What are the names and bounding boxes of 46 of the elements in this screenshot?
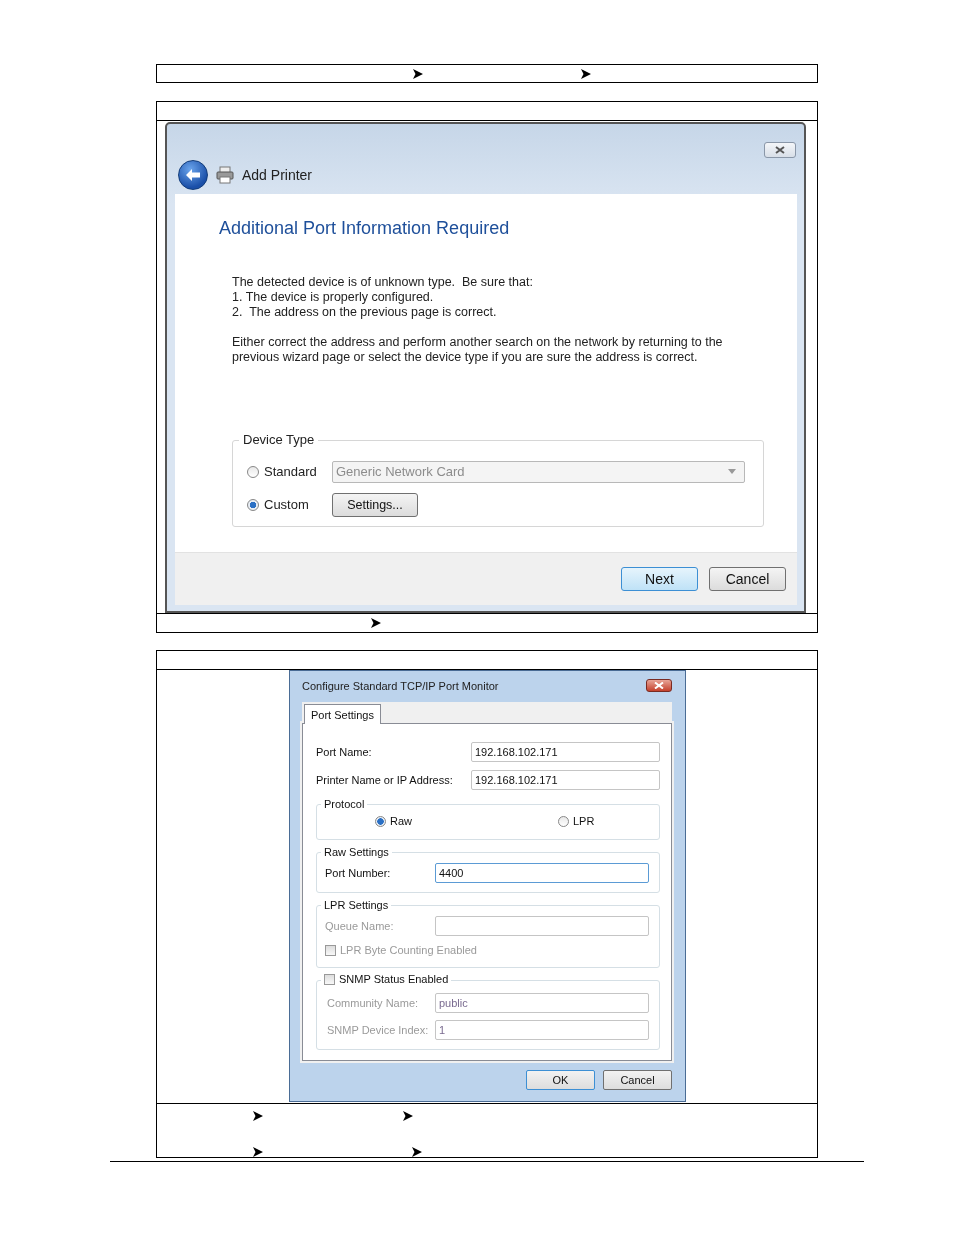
radio-option[interactable]: Custom	[247, 497, 332, 512]
field-label: Port Number:	[325, 866, 391, 879]
dialog-button[interactable]: OK	[526, 1070, 595, 1090]
field-label: Printer Name or IP Address:	[316, 774, 453, 786]
instruction-paragraph: Either correct the address and perform another search on the network by returning to the previous wizard page or select the device type if you are sure the address is correct.	[232, 335, 724, 365]
field-label: SNMP Device Index:	[326, 1023, 429, 1036]
dropdown-caret-icon	[728, 469, 736, 474]
window-title: Add Printer	[242, 167, 313, 183]
group-label: Protocol	[321, 798, 368, 810]
dialog-button[interactable]: Next	[621, 567, 698, 591]
radio-option[interactable]: LPR	[558, 815, 598, 827]
settings-button[interactable]: Settings...	[332, 492, 418, 517]
arrow-icon	[253, 1111, 263, 1121]
input-field[interactable]: public	[435, 992, 649, 1013]
close-button[interactable]	[764, 142, 796, 158]
field-label: Port Name:	[316, 746, 372, 758]
dialog-button[interactable]: Cancel	[709, 567, 786, 591]
close-icon	[775, 146, 785, 154]
arrow-icon	[403, 1111, 413, 1121]
input-field[interactable]: 4400	[435, 862, 649, 883]
close-button[interactable]	[646, 679, 672, 692]
field-label: Queue Name:	[325, 919, 394, 932]
group-label: Device Type	[239, 432, 319, 447]
window-title: Configure Standard TCP/IP Port Monitor	[302, 679, 499, 692]
radio-option[interactable]: Standard	[247, 464, 332, 479]
back-button[interactable]	[178, 160, 208, 190]
group-label: Raw Settings	[321, 846, 392, 858]
dialog-button[interactable]: Cancel	[603, 1070, 672, 1090]
tab[interactable]: Port Settings	[304, 704, 381, 724]
checkbox-option[interactable]: SNMP Status Enabled	[321, 973, 452, 985]
field-label: Community Name:	[326, 996, 419, 1009]
input-field[interactable]: 1	[435, 1019, 649, 1040]
page-heading: Additional Port Information Required	[219, 218, 511, 239]
arrow-icon	[581, 68, 591, 79]
arrow-icon	[413, 68, 423, 79]
instruction-text: The detected device is of unknown type. Be sure that:	[232, 275, 534, 290]
printer-icon	[216, 166, 234, 184]
instruction-text: 2. The address on the previous page is correct.	[232, 305, 498, 320]
instruction-text: 1. The device is properly configured.	[232, 290, 435, 305]
group-label: LPR Settings	[321, 899, 392, 911]
input-field[interactable]: 192.168.102.171	[471, 742, 660, 762]
close-icon	[654, 682, 664, 689]
radio-option[interactable]: Raw	[375, 815, 415, 827]
input-field[interactable]: 192.168.102.171	[471, 770, 660, 790]
back-arrow-icon	[185, 168, 201, 182]
arrow-icon	[371, 618, 381, 628]
